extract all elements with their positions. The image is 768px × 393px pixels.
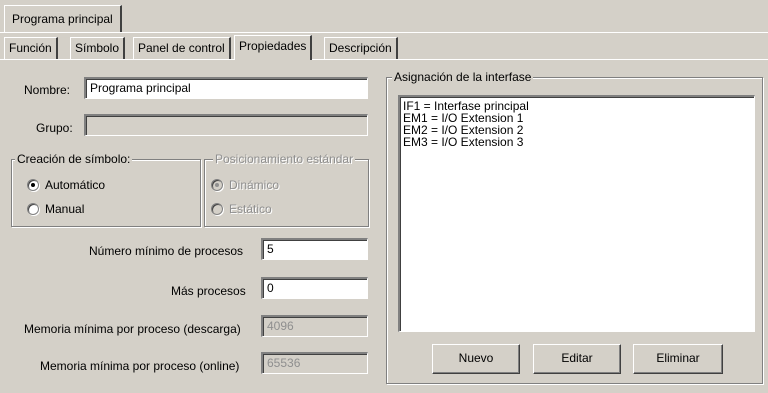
mas-procesos-label: Más procesos xyxy=(171,284,246,298)
tab-propiedades[interactable]: Propiedades xyxy=(234,35,313,60)
numero-minimo-procesos-label: Número mínimo de procesos xyxy=(89,244,244,258)
tab-funcion[interactable]: Función xyxy=(4,37,58,59)
dinamico-radio xyxy=(211,179,223,191)
grupo-label: Grupo: xyxy=(36,121,73,135)
estatico-radio xyxy=(211,203,223,215)
eliminar-button[interactable]: Eliminar xyxy=(633,344,723,374)
nombre-input[interactable]: Programa principal xyxy=(84,77,368,99)
tab-simbolo[interactable]: Símbolo xyxy=(70,37,126,59)
interfase-legend: Asignación de la interfase xyxy=(392,70,534,84)
editar-button[interactable]: Editar xyxy=(533,344,621,374)
dinamico-label: Dinámico xyxy=(229,178,280,192)
numero-minimo-procesos-input[interactable]: 5 xyxy=(261,238,368,260)
memoria-descarga-input: 4096 xyxy=(261,315,368,337)
list-item[interactable]: EM3 = I/O Extension 3 xyxy=(400,136,754,148)
estatico-label: Estático xyxy=(229,202,272,216)
memoria-online-input: 65536 xyxy=(261,352,368,374)
manual-label[interactable]: Manual xyxy=(45,201,84,217)
tab-panel-border xyxy=(0,59,768,60)
creacion-simbolo-legend: Creación de símbolo: xyxy=(15,152,133,166)
memoria-online-label: Memoria mínima por proceso (online) xyxy=(40,359,240,373)
nombre-label: Nombre: xyxy=(24,83,71,97)
document-tab[interactable]: Programa principal xyxy=(4,5,122,32)
radio-dot-icon xyxy=(31,183,35,187)
tab-panel-de-control[interactable]: Panel de control xyxy=(133,37,231,59)
automatico-label[interactable]: Automático xyxy=(45,177,105,193)
nuevo-button[interactable]: Nuevo xyxy=(432,344,520,374)
document-tab-divider xyxy=(0,32,768,33)
interfase-listbox[interactable]: IF1 = Interfase principal EM1 = I/O Exte… xyxy=(398,95,755,332)
posicionamiento-legend: Posicionamiento estándar xyxy=(213,152,356,166)
radio-dot-icon xyxy=(215,183,219,187)
tab-descripcion[interactable]: Descripción xyxy=(324,37,398,59)
memoria-descarga-label: Memoria mínima por proceso (descarga) xyxy=(24,322,241,336)
automatico-radio[interactable] xyxy=(27,179,39,191)
manual-radio[interactable] xyxy=(27,203,39,215)
grupo-input xyxy=(84,114,368,136)
creacion-simbolo-group xyxy=(11,159,201,227)
mas-procesos-input[interactable]: 0 xyxy=(261,277,368,299)
